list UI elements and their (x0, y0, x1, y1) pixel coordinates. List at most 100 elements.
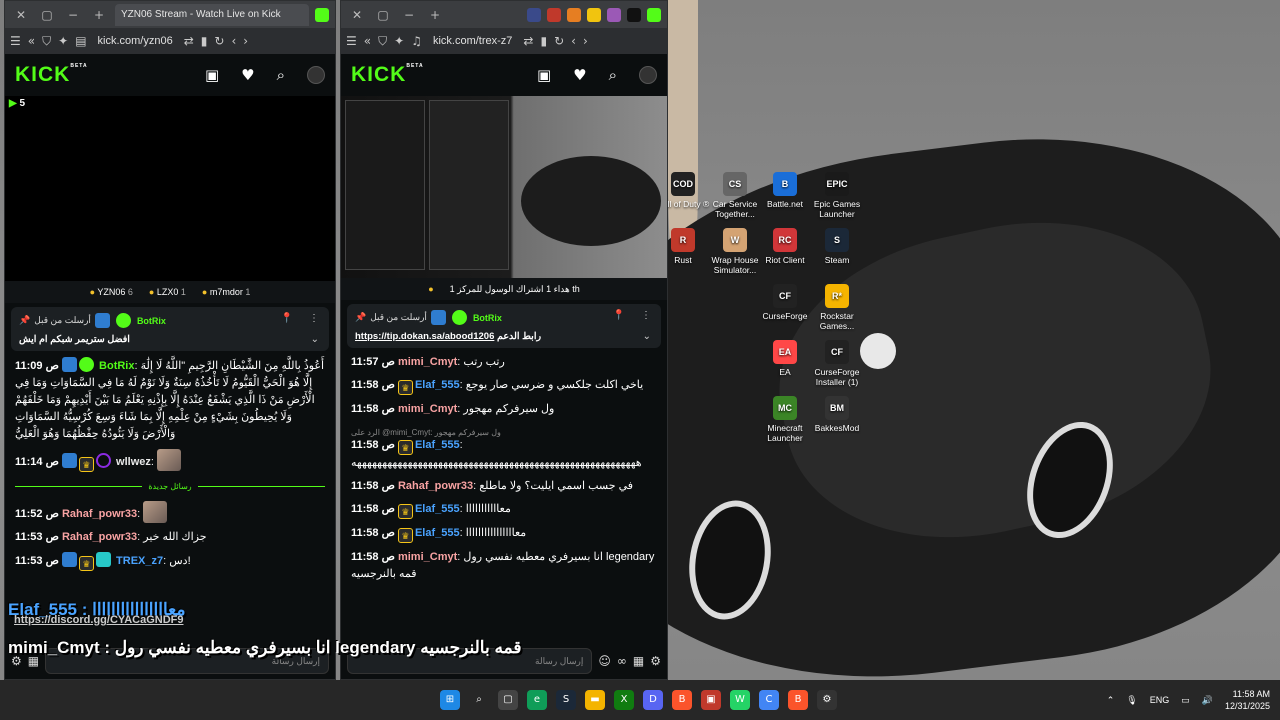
search-icon[interactable]: ⌕ (469, 690, 489, 710)
chevron-up-icon[interactable]: ⌃ (1107, 695, 1115, 706)
address-bar[interactable]: kick.com/trex-z7 (429, 35, 516, 47)
emote-picker-icon[interactable]: ☺ (598, 654, 611, 668)
workspace-icon[interactable]: ▢ (373, 5, 393, 25)
unpin-icon[interactable]: 📍 (613, 310, 625, 321)
new-tab-icon[interactable]: + (89, 5, 109, 25)
chevron-down-icon[interactable]: ⌄ (311, 334, 319, 345)
forward-icon[interactable]: › (583, 34, 588, 48)
chat-username[interactable]: Rahaf_powr33 (62, 531, 137, 543)
video-player[interactable] (341, 96, 667, 278)
kick-tab-icon[interactable] (647, 7, 661, 22)
double-chevron-left-icon[interactable]: « (364, 34, 371, 48)
reload-icon[interactable]: ↻ (214, 34, 224, 48)
chat-username[interactable]: Rahaf_powr33 (62, 508, 137, 520)
settings-icon[interactable]: ⚙ (650, 654, 661, 668)
chat-username[interactable]: mimi_Cmyt (398, 403, 457, 415)
new-tab-icon[interactable]: + (425, 5, 445, 25)
kick-tab-icon[interactable] (315, 7, 329, 22)
workspace-icon[interactable]: ▢ (37, 5, 57, 25)
infinity-icon[interactable]: ∞ (617, 654, 627, 668)
chat-username[interactable]: TREX_z7 (116, 555, 163, 567)
chat-username[interactable]: Elaf_555 (415, 503, 460, 515)
network-icon[interactable]: ▭ (1181, 695, 1190, 706)
share-icon[interactable]: ⇄ (184, 34, 194, 48)
chat-username[interactable]: Elaf_555 (415, 439, 460, 451)
xbox-icon[interactable]: X (614, 690, 634, 710)
app-icon[interactable]: ▣ (701, 690, 721, 710)
minimize-icon[interactable]: − (399, 5, 419, 25)
microphone-icon[interactable]: 🎙 (1126, 695, 1137, 706)
search-icon[interactable]: ⌕ (609, 66, 617, 84)
pinned-bot-name[interactable]: BotRix (473, 313, 502, 323)
video-player[interactable]: ▶ 5 (5, 96, 335, 281)
whatsapp-icon[interactable]: W (730, 690, 750, 710)
gifter-2[interactable]: ● LZX0 1 (149, 287, 186, 297)
pinned-link[interactable]: https://tip.dokan.sa/abood1206 (355, 331, 494, 342)
close-icon[interactable]: ✕ (11, 5, 31, 25)
user-avatar[interactable] (639, 66, 657, 84)
browse-icon[interactable]: ▣ (205, 66, 219, 84)
language-indicator[interactable]: ENG (1150, 695, 1170, 705)
more-options-icon[interactable]: ⋮ (641, 310, 651, 321)
kick-logo[interactable]: KICKBETA (15, 63, 88, 87)
chevron-down-icon[interactable]: ⌄ (643, 331, 651, 342)
tiktok-icon[interactable] (627, 7, 641, 22)
extensions-icon[interactable]: ✦ (394, 34, 404, 48)
extension-icon[interactable] (527, 7, 541, 22)
chat-username[interactable]: wllwez (116, 456, 151, 468)
chrome-icon[interactable]: C (759, 690, 779, 710)
heart-icon[interactable]: ♥ (573, 66, 586, 84)
chat-username[interactable]: Elaf_555 (415, 527, 460, 539)
tab-active[interactable]: YZN06 Stream - Watch Live on Kick (115, 3, 309, 26)
bookmark-icon[interactable]: ▮ (540, 34, 547, 48)
close-icon[interactable]: ✕ (347, 5, 367, 25)
search-icon[interactable]: ⌕ (277, 66, 285, 84)
forward-icon[interactable]: › (243, 34, 248, 48)
music-icon[interactable]: ♫ (411, 34, 422, 48)
brave-active-icon[interactable]: B (788, 690, 808, 710)
browse-icon[interactable]: ▣ (537, 66, 551, 84)
minimize-icon[interactable]: − (63, 5, 83, 25)
extension-icon[interactable] (587, 7, 601, 22)
extension-icon[interactable] (547, 7, 561, 22)
reload-icon[interactable]: ↻ (554, 34, 564, 48)
edge-icon[interactable]: e (527, 690, 547, 710)
menu-icon[interactable]: ☰ (346, 34, 357, 48)
windows-start-icon[interactable]: ⊞ (440, 690, 460, 710)
back-icon[interactable]: ‹ (571, 34, 576, 48)
kick-logo[interactable]: KICKBETA (351, 63, 424, 87)
desktop-icon[interactable]: R* Rockstar Games... (806, 284, 868, 331)
chat-username[interactable]: Rahaf_powr33 (398, 480, 473, 492)
steam-icon[interactable]: S (556, 690, 576, 710)
user-avatar[interactable] (307, 66, 325, 84)
desktop-icon[interactable]: S Steam (806, 228, 868, 265)
gifter-3[interactable]: ● m7mdor 1 (202, 287, 251, 297)
extension-icon[interactable] (567, 7, 581, 22)
reader-icon[interactable]: ▤ (75, 34, 86, 48)
shield-icon[interactable]: ⛉ (42, 34, 51, 49)
settings-icon[interactable]: ⚙ (817, 690, 837, 710)
desktop-icon[interactable]: CF CurseForge Installer (1) (806, 340, 868, 387)
discord-icon[interactable]: D (643, 690, 663, 710)
extensions-icon[interactable]: ✦ (58, 34, 68, 48)
chat-username[interactable]: mimi_Cmyt (398, 551, 457, 563)
volume-icon[interactable]: 🔊 (1202, 695, 1213, 706)
gift-icon[interactable]: ▦ (633, 654, 644, 668)
brave-icon[interactable]: B (672, 690, 692, 710)
desktop-icon[interactable]: BM BakkesMod (806, 396, 868, 433)
task-view-icon[interactable]: ▢ (498, 690, 518, 710)
chat-username[interactable]: BotRix (99, 360, 134, 372)
shield-icon[interactable]: ⛉ (378, 34, 387, 49)
back-icon[interactable]: ‹ (231, 34, 236, 48)
chat-username[interactable]: mimi_Cmyt (398, 356, 457, 368)
share-icon[interactable]: ⇄ (523, 34, 533, 48)
double-chevron-left-icon[interactable]: « (28, 34, 35, 48)
extension-icon[interactable] (607, 7, 621, 22)
gifter-1[interactable]: ● YZN06 6 (90, 287, 133, 297)
pinned-bot-name[interactable]: BotRix (137, 316, 166, 326)
unpin-icon[interactable]: 📍 (281, 313, 293, 324)
bookmark-icon[interactable]: ▮ (201, 34, 208, 48)
address-bar[interactable]: kick.com/yzn06 (94, 35, 177, 47)
chat-username[interactable]: Elaf_555 (415, 379, 460, 391)
more-options-icon[interactable]: ⋮ (309, 313, 319, 324)
